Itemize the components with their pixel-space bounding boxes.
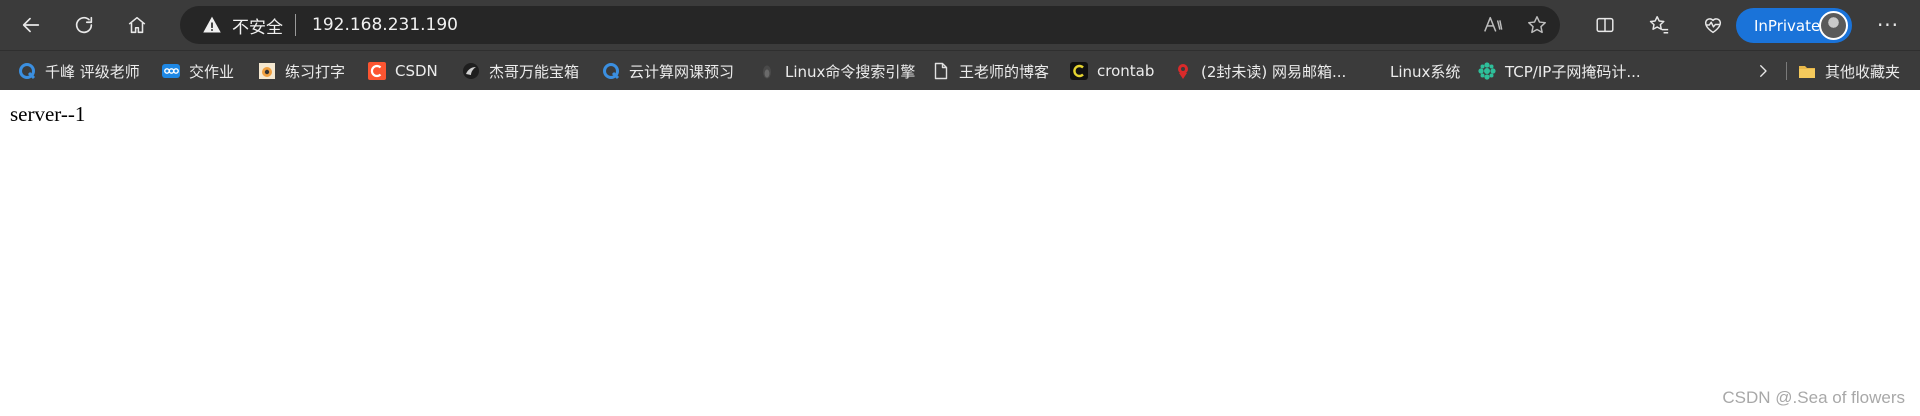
folder-icon xyxy=(1798,62,1816,80)
bookmark-wang-blog[interactable]: 王老师的博客 xyxy=(932,51,1049,91)
back-button[interactable] xyxy=(9,5,53,45)
qf-logo-icon xyxy=(18,62,36,80)
security-status-label[interactable]: 不安全 xyxy=(232,13,283,38)
address-bar-actions xyxy=(1482,6,1548,44)
page-content: server--1 CSDN @.Sea of flowers xyxy=(0,90,1920,416)
bookmark-subnet-calculator[interactable]: TCP/IP子网掩码计... xyxy=(1478,51,1641,91)
bookmark-cloud-course[interactable]: 云计算网课预习 xyxy=(602,51,734,91)
bookmark-typing[interactable]: 练习打字 xyxy=(258,51,345,91)
qf-logo-icon xyxy=(602,62,620,80)
bookmark-label: 练习打字 xyxy=(285,62,346,81)
home-button[interactable] xyxy=(115,5,159,45)
favorite-star-button[interactable] xyxy=(1526,14,1548,36)
warning-icon xyxy=(203,16,221,33)
browser-right-tools xyxy=(1578,5,1740,45)
star-icon xyxy=(1528,16,1546,34)
inprivate-label: InPrivate xyxy=(1754,16,1821,35)
bookmark-jiege-toolbox[interactable]: 杰哥万能宝箱 xyxy=(462,51,579,91)
bookmark-netease-mail[interactable]: (2封未读) 网易邮箱... xyxy=(1174,51,1346,91)
bookmark-homework[interactable]: 交作业 xyxy=(162,51,234,91)
bookmark-label: Linux系统 xyxy=(1390,62,1461,81)
read-aloud-icon xyxy=(1484,16,1503,32)
bookmark-label: 杰哥万能宝箱 xyxy=(489,62,580,81)
other-favorites-folder[interactable]: 其他收藏夹 xyxy=(1798,51,1900,91)
bookmark-csdn[interactable]: CSDN xyxy=(368,51,438,91)
bookmark-label: 千峰 评级老师 xyxy=(45,62,140,81)
bookmark-label: crontab xyxy=(1097,62,1155,80)
other-favorites-label: 其他收藏夹 xyxy=(1825,62,1901,81)
crontab-icon xyxy=(1070,62,1088,80)
refresh-button[interactable] xyxy=(62,5,106,45)
home-icon xyxy=(128,16,146,34)
browser-toolbar: 不安全 192.168.231.190 InPrivate ··· xyxy=(0,0,1920,50)
refresh-icon xyxy=(75,16,93,34)
server-response-text: server--1 xyxy=(10,102,86,126)
linux-icon xyxy=(758,62,776,80)
bookmark-crontab[interactable]: crontab xyxy=(1070,51,1154,91)
bookmark-label: CSDN xyxy=(395,62,438,80)
toolbox-icon xyxy=(462,62,480,80)
bookmark-label: TCP/IP子网掩码计... xyxy=(1505,62,1641,81)
csdn-icon xyxy=(368,62,386,80)
split-screen-icon xyxy=(1596,17,1614,33)
csdn-watermark: CSDN @.Sea of flowers xyxy=(1722,388,1905,407)
netease-mail-icon xyxy=(1174,62,1192,80)
inprivate-profile-button[interactable]: InPrivate xyxy=(1736,8,1852,43)
page-icon xyxy=(932,62,950,80)
address-bar[interactable]: 不安全 192.168.231.190 xyxy=(180,6,1560,44)
bookmark-label: 王老师的博客 xyxy=(959,62,1050,81)
typing-icon xyxy=(258,62,276,80)
address-divider xyxy=(295,14,296,36)
bookmark-linux-system[interactable]: Linux系统 xyxy=(1390,51,1460,91)
url-text[interactable]: 192.168.231.190 xyxy=(312,15,458,35)
back-arrow-icon xyxy=(22,17,40,33)
favorites-button[interactable] xyxy=(1632,5,1686,45)
avatar xyxy=(1819,11,1848,40)
read-aloud-button[interactable] xyxy=(1482,14,1504,36)
bookmark-linux-command-search[interactable]: Linux命令搜索引擎 xyxy=(758,51,915,91)
bookmark-label: (2封未读) 网易邮箱... xyxy=(1201,62,1347,81)
bookmark-qianfeng[interactable]: 千峰 评级老师 xyxy=(18,51,140,91)
bookmark-label: Linux命令搜索引擎 xyxy=(785,62,916,81)
bookmark-label: 交作业 xyxy=(189,62,235,81)
nextcloud-icon xyxy=(162,62,180,80)
favorites-star-list-icon xyxy=(1649,16,1669,34)
browser-essentials-button[interactable] xyxy=(1686,5,1740,45)
more-bookmarks-button[interactable] xyxy=(1750,51,1776,91)
chevron-right-icon xyxy=(1760,65,1767,77)
favorites-bar: 千峰 评级老师 交作业 练习打字 CSDN 杰哥万能宝箱 云计算网课预习 Lin… xyxy=(0,50,1920,90)
heart-pulse-icon xyxy=(1704,18,1722,34)
bookmark-label: 云计算网课预习 xyxy=(629,62,735,81)
subnet-calc-icon xyxy=(1478,62,1496,80)
settings-more-button[interactable]: ··· xyxy=(1868,5,1908,45)
favorites-divider xyxy=(1786,62,1787,80)
split-screen-button[interactable] xyxy=(1578,5,1632,45)
